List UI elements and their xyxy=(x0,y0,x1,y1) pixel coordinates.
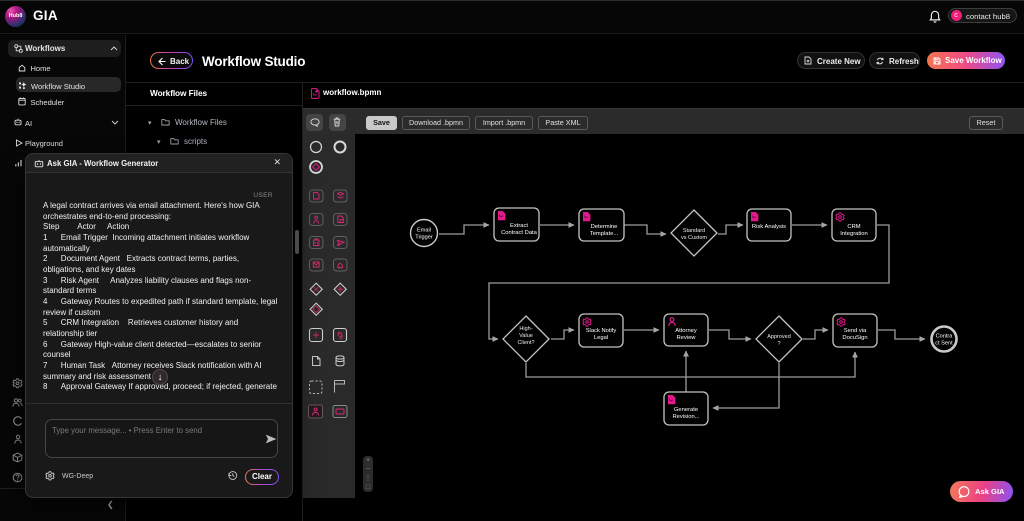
svg-text:Extract: Extract xyxy=(510,223,528,229)
svg-text:ct Sent: ct Sent xyxy=(935,341,953,347)
svg-text:High-: High- xyxy=(519,326,532,332)
svg-text:Contra: Contra xyxy=(936,334,954,340)
svg-text:Revision...: Revision... xyxy=(672,414,699,420)
svg-text:DocuSign: DocuSign xyxy=(842,335,867,341)
svg-text:CRM: CRM xyxy=(847,224,860,230)
svg-text:Email: Email xyxy=(417,228,431,234)
svg-text:Trigger: Trigger xyxy=(415,235,433,241)
svg-text:Contract Data: Contract Data xyxy=(501,230,538,236)
svg-text:Client?: Client? xyxy=(517,340,534,346)
svg-text:Legal: Legal xyxy=(594,335,608,341)
svg-text:Attorney: Attorney xyxy=(675,328,697,334)
svg-text:Template...: Template... xyxy=(590,231,619,237)
svg-text:Generate: Generate xyxy=(674,407,698,413)
svg-text:Determine: Determine xyxy=(591,224,618,230)
svg-text:Integration: Integration xyxy=(840,231,867,237)
svg-text:Standard: Standard xyxy=(683,228,705,234)
svg-text:Review: Review xyxy=(676,335,696,341)
svg-text:Value: Value xyxy=(519,333,533,339)
svg-text:Slack Notify: Slack Notify xyxy=(586,328,617,334)
svg-text:?: ? xyxy=(777,341,780,347)
svg-text:vs Custom: vs Custom xyxy=(681,235,707,241)
svg-text:Send via: Send via xyxy=(844,328,867,334)
svg-text:Risk Analysis: Risk Analysis xyxy=(752,224,786,230)
svg-text:Approved: Approved xyxy=(767,334,791,340)
